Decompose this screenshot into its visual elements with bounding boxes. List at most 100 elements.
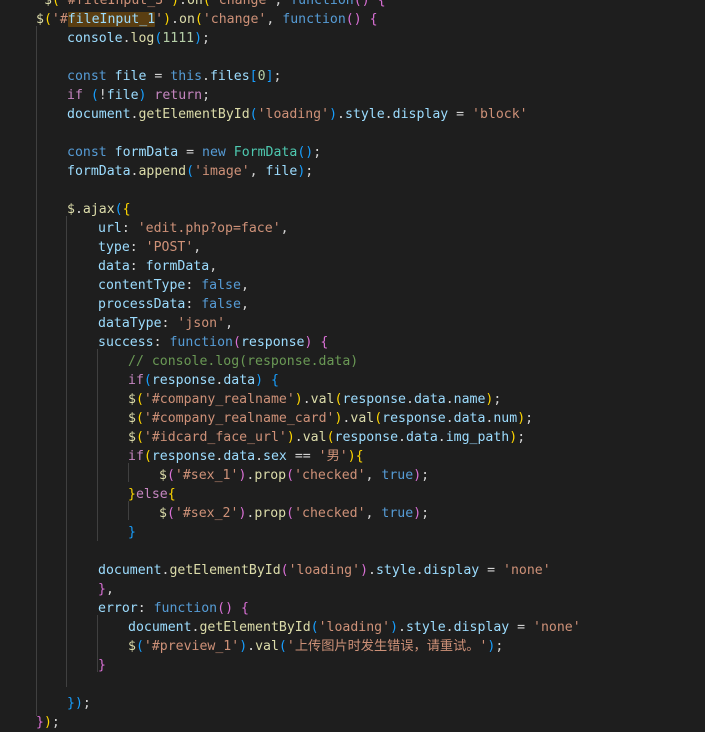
code-token: = bbox=[448, 107, 473, 122]
code-token: . bbox=[202, 69, 210, 84]
code-line[interactable]: processData: false, bbox=[0, 295, 705, 314]
code-token: { bbox=[377, 0, 386, 8]
code-token: ) bbox=[329, 107, 338, 122]
code-token: == bbox=[286, 449, 319, 464]
code-line[interactable]: data: formData, bbox=[0, 257, 705, 276]
code-line[interactable] bbox=[0, 675, 705, 694]
code-token: 'block' bbox=[472, 107, 528, 122]
code-token: . bbox=[179, 0, 187, 8]
code-token: display bbox=[453, 620, 510, 635]
code-line[interactable]: $('#fileInput_1').on('change', function(… bbox=[0, 10, 705, 29]
code-token: ) bbox=[347, 449, 356, 464]
code-token: console bbox=[67, 31, 123, 46]
code-line[interactable] bbox=[0, 181, 705, 200]
code-line[interactable]: console.log(1111); bbox=[0, 29, 705, 48]
code-token: ) bbox=[255, 373, 264, 388]
code-line-text: url: 'edit.php?op=face', bbox=[98, 219, 289, 238]
code-token: data bbox=[413, 392, 446, 407]
code-line[interactable] bbox=[0, 48, 705, 67]
code-line[interactable]: }else{ bbox=[0, 485, 705, 504]
code-token: response bbox=[382, 411, 446, 426]
code-line[interactable]: formData.append('image', file); bbox=[0, 162, 705, 181]
code-token: { bbox=[271, 373, 279, 388]
code-line[interactable]: if (!file) return; bbox=[0, 86, 705, 105]
code-line[interactable]: contentType: false, bbox=[0, 276, 705, 295]
code-line[interactable]: document. getElementById('loading').style… bbox=[0, 561, 705, 580]
code-line[interactable]: url: 'edit.php?op=face', bbox=[0, 219, 705, 238]
code-line[interactable]: } bbox=[0, 523, 705, 542]
code-token: ) bbox=[413, 468, 422, 483]
code-token: '男' bbox=[318, 449, 348, 464]
code-token: ; bbox=[202, 88, 211, 103]
code-line[interactable]: }); bbox=[0, 694, 705, 713]
code-token: } bbox=[67, 696, 75, 711]
code-token: prop bbox=[254, 468, 287, 483]
code-token: ) bbox=[390, 620, 399, 635]
code-line[interactable]: $('#company_realname').val(response.data… bbox=[0, 390, 705, 409]
code-token: ) bbox=[360, 563, 369, 578]
code-token: ) bbox=[286, 430, 295, 445]
code-line-text: $('#sex_1').prop('checked', true); bbox=[159, 466, 429, 485]
code-token: $ bbox=[36, 12, 44, 27]
code-line[interactable]: document. getElementById('loading').style… bbox=[0, 105, 705, 124]
code-line[interactable]: document. getElementById('loading').style… bbox=[0, 618, 705, 637]
code-line[interactable]: $('#idcard_face_url').val(response.data.… bbox=[0, 428, 705, 447]
code-line[interactable] bbox=[0, 124, 705, 143]
code-token: , bbox=[240, 278, 249, 293]
code-token: ; bbox=[421, 468, 430, 483]
code-line[interactable]: $('#company_realname_card').val(response… bbox=[0, 409, 705, 428]
code-token: , bbox=[193, 240, 202, 255]
code-token: style bbox=[344, 107, 385, 122]
code-token: ) bbox=[43, 715, 52, 730]
code-line[interactable]: if(response.data.sex == '男'){ bbox=[0, 447, 705, 466]
code-token: } bbox=[98, 658, 106, 673]
code-token: getElementById bbox=[138, 107, 250, 122]
code-token: { bbox=[167, 487, 176, 502]
code-token: () bbox=[353, 0, 370, 8]
code-line[interactable]: $('#preview_1').val('上传图片时发生错误，请重试。'); bbox=[0, 637, 705, 656]
code-line[interactable]: const formData = new FormData(); bbox=[0, 143, 705, 162]
code-editor[interactable]: $('#fileInput_3').on('change', function(… bbox=[0, 0, 705, 731]
code-line[interactable]: const file = this.files[0]; bbox=[0, 67, 705, 86]
code-line[interactable] bbox=[0, 542, 705, 561]
code-line[interactable]: }, bbox=[0, 580, 705, 599]
code-token: , bbox=[249, 164, 266, 179]
code-line[interactable]: $('#sex_1').prop('checked', true); bbox=[0, 466, 705, 485]
code-token: ( bbox=[135, 392, 144, 407]
code-token: FormData bbox=[233, 145, 298, 160]
code-token: ; bbox=[525, 411, 534, 426]
code-line[interactable]: // console.log(response.data) bbox=[0, 352, 705, 371]
code-token: . bbox=[405, 392, 414, 407]
code-token: . bbox=[74, 202, 83, 217]
code-token: () bbox=[297, 145, 314, 160]
code-token: ; bbox=[202, 31, 210, 46]
code-line[interactable]: $('#sex_2').prop('checked', true); bbox=[0, 504, 705, 523]
code-token: $ bbox=[159, 468, 167, 483]
code-token: '#preview_1' bbox=[143, 639, 240, 654]
code-token: { bbox=[320, 335, 329, 350]
code-line[interactable]: error: function() { bbox=[0, 599, 705, 618]
code-token: false bbox=[201, 278, 241, 293]
code-line[interactable]: type: 'POST', bbox=[0, 238, 705, 257]
code-line[interactable]: $.ajax({ bbox=[0, 200, 705, 219]
code-line[interactable]: } bbox=[0, 656, 705, 675]
code-line-text: formData.append('image', file); bbox=[67, 162, 313, 181]
code-token: document bbox=[128, 620, 192, 635]
code-token: $ bbox=[44, 0, 52, 8]
code-line[interactable]: $('#fileInput_3').on('change', function(… bbox=[0, 0, 705, 10]
code-token: ( bbox=[280, 563, 289, 578]
code-token: $ bbox=[128, 430, 136, 445]
code-token: new bbox=[202, 145, 226, 160]
code-token: response bbox=[334, 430, 399, 445]
code-token: , bbox=[209, 259, 218, 274]
code-token: file bbox=[106, 88, 139, 103]
code-line[interactable]: dataType: 'json', bbox=[0, 314, 705, 333]
code-token: ; bbox=[313, 145, 322, 160]
code-line[interactable]: if(response.data) { bbox=[0, 371, 705, 390]
code-line[interactable]: success: function(response) { bbox=[0, 333, 705, 352]
code-token: ! bbox=[98, 88, 107, 103]
code-line[interactable]: }); bbox=[0, 713, 705, 732]
code-line-text: } bbox=[128, 523, 136, 542]
